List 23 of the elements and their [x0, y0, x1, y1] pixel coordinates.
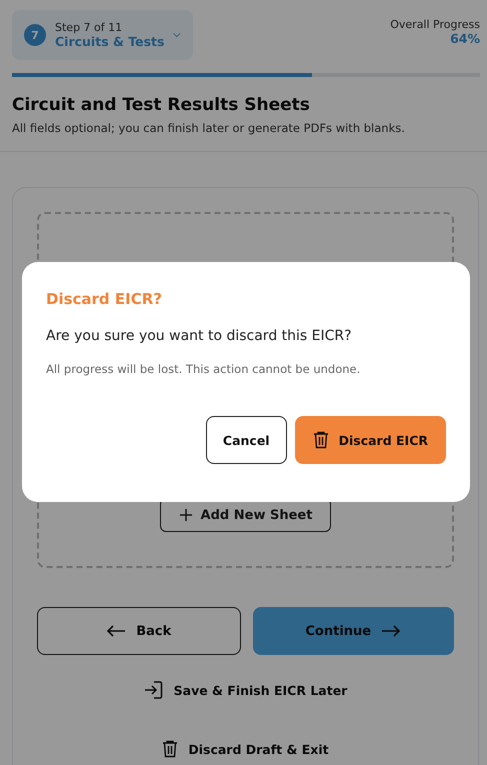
dialog-message: Are you sure you want to discard this EICR?	[46, 328, 353, 344]
progress-label: Overall Progress	[390, 18, 480, 31]
save-later-button[interactable]: Save & Finish EICR Later	[138, 679, 354, 701]
arrow-right-icon	[381, 625, 402, 637]
trash-icon	[312, 431, 329, 449]
page-subtitle: All fields optional; you can finish later or generate PDFs with blanks.	[12, 121, 406, 135]
arrow-left-icon	[106, 625, 126, 637]
dialog-note: All progress will be lost. This action cannot be undone.	[46, 362, 362, 376]
dialog-title: Discard EICR?	[46, 290, 163, 308]
plus-icon	[178, 508, 193, 522]
step-number-badge: 7	[24, 24, 46, 46]
cancel-button[interactable]: Cancel	[206, 416, 287, 464]
discard-draft-button[interactable]: Discard Draft & Exit	[156, 739, 335, 759]
step-label: Step 7 of 11	[55, 21, 122, 34]
page-title: Circuit and Test Results Sheets	[12, 95, 311, 115]
discard-button[interactable]: Discard EICR	[294, 416, 446, 464]
back-button[interactable]: Back	[37, 607, 240, 655]
sign-in-icon	[144, 680, 164, 700]
progress-value: 64%	[450, 31, 480, 46]
step-title: Circuits & Tests	[55, 34, 164, 49]
trash-icon	[162, 740, 178, 758]
step-selector[interactable]: 7 Step 7 of 11 Circuits & Tests	[12, 10, 193, 60]
chevron-down-icon	[173, 31, 181, 39]
